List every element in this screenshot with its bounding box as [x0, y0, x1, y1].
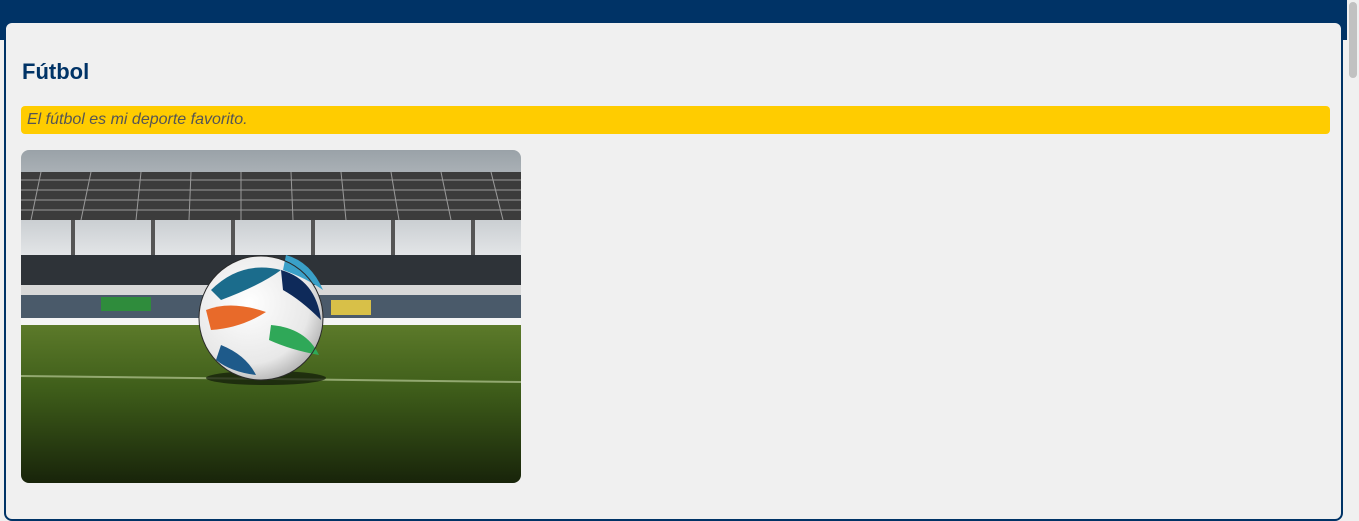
- section-title: Fútbol: [22, 59, 90, 84]
- scrollbar-thumb[interactable]: [1349, 2, 1357, 78]
- content-card: Fútbol El fútbol es mi deporte favorito.: [4, 21, 1343, 521]
- soccer-ball-stadium-image: [21, 150, 521, 483]
- highlight-quote: El fútbol es mi deporte favorito.: [21, 106, 1330, 134]
- vertical-scrollbar[interactable]: [1347, 0, 1359, 499]
